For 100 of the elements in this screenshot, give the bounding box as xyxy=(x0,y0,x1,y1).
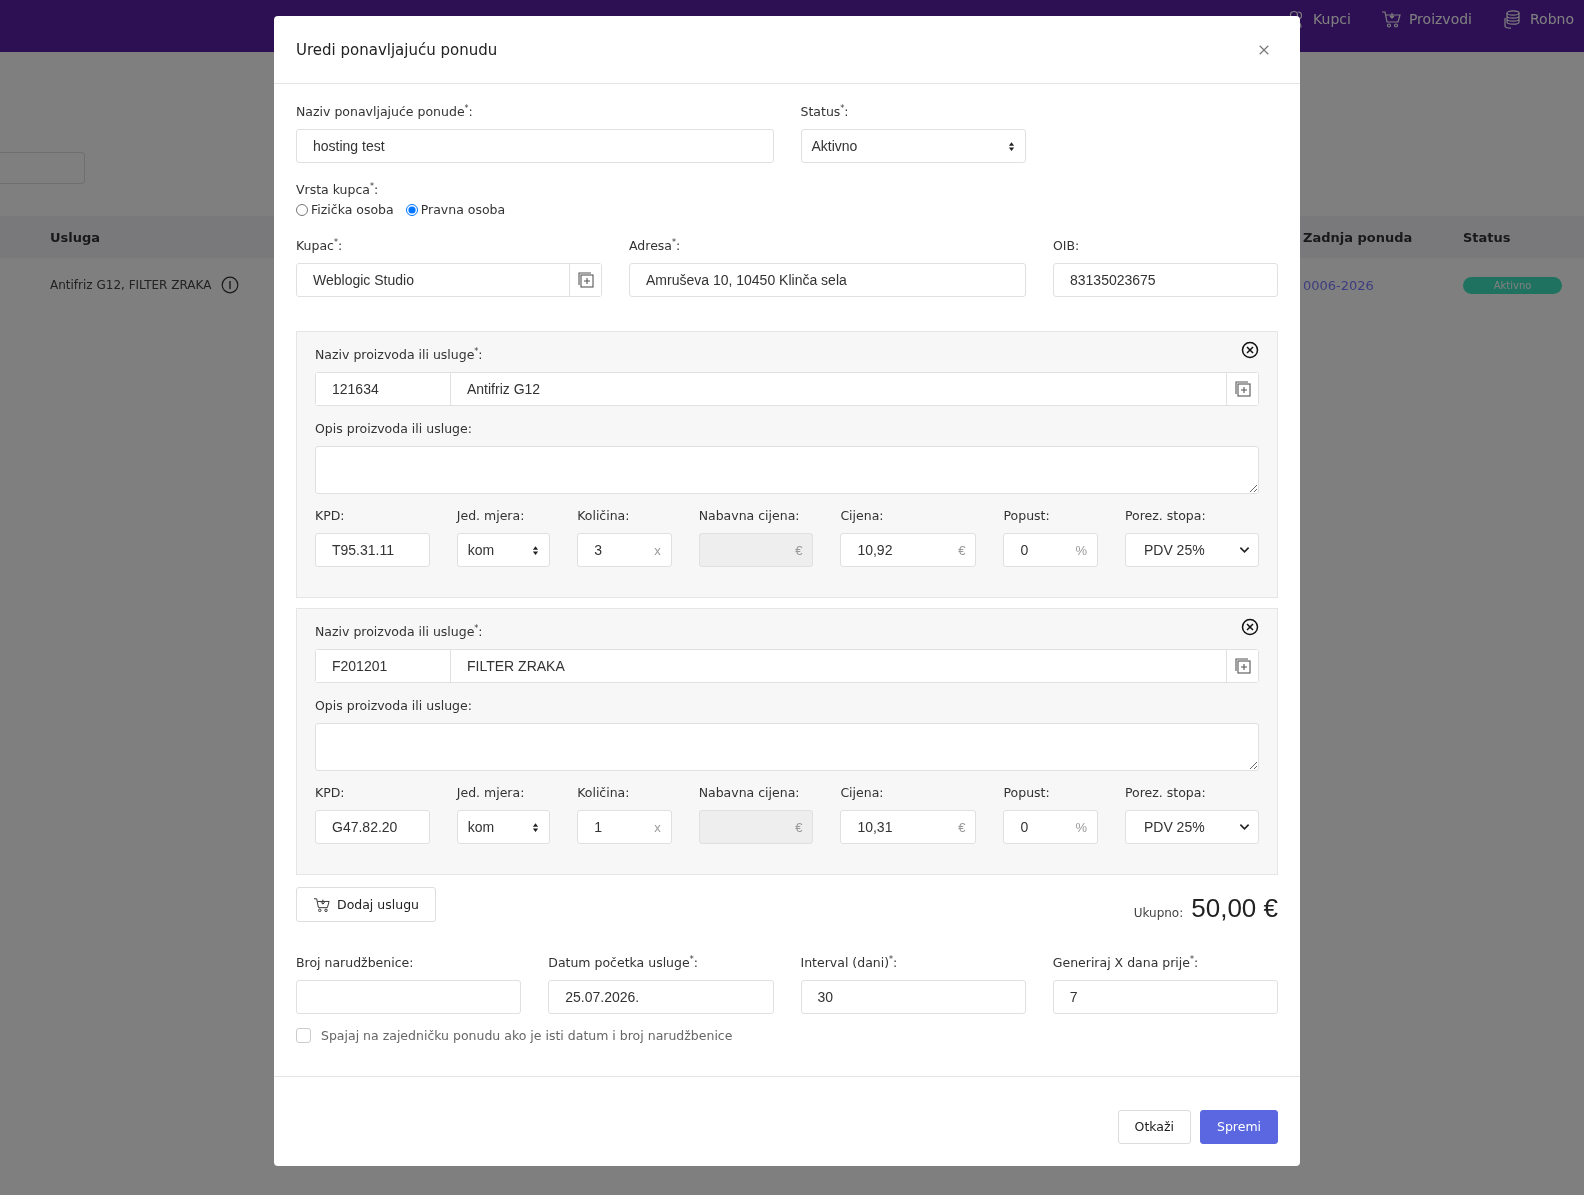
plus-square-icon xyxy=(576,271,595,289)
number-input[interactable]: 10,92 xyxy=(857,542,959,558)
description-field[interactable] xyxy=(315,723,1259,771)
field-label: Opis proizvoda ili usluge: xyxy=(315,698,472,714)
unit-suffix: x xyxy=(654,819,661,835)
checkbox-label: Spajaj na zajedničku ponudu ako je isti datum i broj narudžbenice xyxy=(321,1028,733,1043)
cart-icon xyxy=(1380,9,1401,29)
unit-suffix: % xyxy=(1075,542,1087,558)
field-label: Generiraj X dana prije$^{*}$: xyxy=(1052,955,1199,971)
status-badge: Aktivno xyxy=(1463,276,1562,294)
number-input[interactable]: 3 xyxy=(594,542,655,558)
column-header: Status xyxy=(1463,229,1511,245)
field-label: Popust: xyxy=(1003,508,1050,524)
chevron-down-icon xyxy=(1239,823,1250,831)
number-input[interactable]: 10,31 xyxy=(857,819,959,835)
radio-button[interactable] xyxy=(405,203,418,216)
number-field[interactable]: 10,92 € xyxy=(840,533,977,567)
unit-suffix: x xyxy=(654,542,661,558)
customer-field[interactable]: Weblogic Studio xyxy=(296,263,602,297)
field-label: Naziv ponavljajuće ponude$^{*}$: xyxy=(296,104,473,120)
code-input[interactable]: F201201 xyxy=(316,650,451,682)
field-label: Količina: xyxy=(577,785,630,801)
info-icon[interactable] xyxy=(221,276,240,294)
oib-field[interactable]: 83135023675 xyxy=(1053,263,1278,297)
modal-title: Uredi ponavljajuću ponudu xyxy=(296,40,498,59)
close-icon[interactable] xyxy=(1241,341,1259,359)
kpd-field[interactable]: T95.31.11 xyxy=(315,533,430,567)
field-label: Interval (dani)$^{*}$: xyxy=(800,955,898,971)
tax-select[interactable]: PDV 25% xyxy=(1124,533,1259,567)
field-label: Vrsta kupca$^{*}$: xyxy=(296,182,379,198)
sort-icon xyxy=(1007,140,1015,152)
input-field[interactable]: 30 xyxy=(800,980,1026,1014)
field-label: OIB: xyxy=(1053,238,1080,254)
description-field[interactable] xyxy=(315,446,1259,494)
number-input[interactable]: 1 xyxy=(594,819,655,835)
cart-icon xyxy=(313,896,331,913)
add-button[interactable] xyxy=(1226,650,1258,682)
field-label: Jed. mjera: xyxy=(456,785,525,801)
number-field[interactable]: 10,31 € xyxy=(840,810,977,844)
add-service-button[interactable]: Dodaj uslugu xyxy=(296,887,436,922)
plus-square-icon xyxy=(1233,657,1252,675)
close-icon[interactable] xyxy=(1241,618,1259,636)
input-field[interactable] xyxy=(296,980,522,1014)
radio-label: Fizička osoba xyxy=(311,202,394,217)
field-label: Porez. stopa: xyxy=(1124,508,1206,524)
field-label: Jed. mjera: xyxy=(456,508,525,524)
field-label: KPD: xyxy=(315,785,345,801)
plus-square-icon xyxy=(1233,380,1252,398)
number-field[interactable]: 1 x xyxy=(577,810,672,844)
add-button[interactable] xyxy=(569,264,601,296)
name-field[interactable]: hosting test xyxy=(296,129,774,163)
checkbox[interactable] xyxy=(296,1028,311,1043)
unit-select[interactable]: kom xyxy=(456,810,551,844)
number-field[interactable]: 0 % xyxy=(1003,810,1098,844)
unit-select[interactable]: kom xyxy=(456,533,551,567)
radio-label: Pravna osoba xyxy=(420,202,506,217)
radio-button[interactable] xyxy=(296,203,308,216)
number-field[interactable]: 0 % xyxy=(1003,533,1098,567)
field-label: Status$^{*}$: xyxy=(800,104,849,120)
field-label: Nabavna cijena: xyxy=(698,508,800,524)
field-label: KPD: xyxy=(315,508,345,524)
table-cell: Antifriz G12, FILTER ZRAKA xyxy=(50,278,212,292)
number-field[interactable]: 3 x xyxy=(577,533,672,567)
product-field[interactable]: F201201 FILTER ZRAKA xyxy=(315,649,1259,683)
nav-link[interactable]: Proizvodi xyxy=(1380,9,1472,29)
field-label: Datum početka usluge$^{*}$: xyxy=(548,955,698,971)
unit-suffix: % xyxy=(1075,819,1087,835)
tax-select[interactable]: PDV 25% xyxy=(1124,810,1259,844)
total-label: Ukupno: xyxy=(1133,906,1184,920)
unit-suffix: € xyxy=(795,542,803,558)
unit-suffix: € xyxy=(958,542,966,558)
number-input[interactable]: 0 xyxy=(1020,542,1076,558)
chevron-down-icon xyxy=(1239,546,1250,554)
sort-icon xyxy=(532,821,540,833)
field-label: Naziv proizvoda ili usluge$^{*}$: xyxy=(315,624,483,640)
coins-icon xyxy=(1502,9,1522,29)
unit-suffix: € xyxy=(795,819,803,835)
field-label: Cijena: xyxy=(840,785,884,801)
field-label: Količina: xyxy=(577,508,630,524)
field-label: Broj narudžbenice: xyxy=(296,955,414,971)
field-label: Popust: xyxy=(1003,785,1050,801)
product-field[interactable]: 121634 Antifriz G12 xyxy=(315,372,1259,406)
add-button[interactable] xyxy=(1226,373,1258,405)
input-field[interactable]: 25.07.2026. xyxy=(548,980,774,1014)
input-field[interactable]: 7 xyxy=(1052,980,1278,1014)
total-amount: 50,00 € xyxy=(1191,893,1278,924)
column-header: Zadnja ponuda xyxy=(1303,229,1413,245)
address-field[interactable]: Amruševa 10, 10450 Klinča sela xyxy=(629,263,1026,297)
status-select[interactable]: Aktivno xyxy=(800,129,1026,163)
field-label: Opis proizvoda ili usluge: xyxy=(315,421,472,437)
kpd-field[interactable]: G47.82.20 xyxy=(315,810,430,844)
column-header: Usluga xyxy=(50,229,101,245)
save-button[interactable]: Spremi xyxy=(1200,1109,1278,1144)
code-input[interactable]: 121634 xyxy=(316,373,451,405)
field-label: Naziv proizvoda ili usluge$^{*}$: xyxy=(315,347,483,363)
number-input[interactable]: 0 xyxy=(1020,819,1076,835)
nav-link[interactable]: Robno xyxy=(1502,9,1574,29)
field-label: Nabavna cijena: xyxy=(698,785,800,801)
field-label: Adresa$^{*}$: xyxy=(629,238,681,254)
cancel-button[interactable]: Otkaži xyxy=(1117,1109,1191,1144)
